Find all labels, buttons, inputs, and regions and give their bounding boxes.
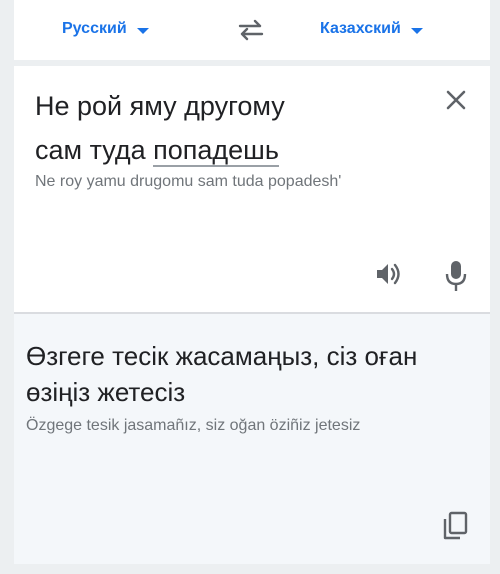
copy-translation-button[interactable] <box>440 510 470 542</box>
target-panel: Өзгеге тесік жасамаңыз, сіз оған өзіңіз … <box>14 314 490 564</box>
caret-down-icon <box>410 27 423 34</box>
close-icon <box>446 90 466 110</box>
source-language-label: Русский <box>62 20 127 37</box>
frame-left <box>0 0 14 574</box>
source-panel: Не рой яму другому сам туда попадешь Ne … <box>14 66 490 312</box>
voice-input-button[interactable] <box>444 259 468 293</box>
source-text-highlighted-word[interactable]: попадешь <box>153 135 279 167</box>
microphone-icon <box>445 261 467 291</box>
target-language-selector[interactable]: Казахский <box>320 16 423 42</box>
source-transliteration: Ne roy yamu drugomu sam tuda popadesh' <box>35 173 342 190</box>
clear-button[interactable] <box>442 86 470 114</box>
speaker-icon <box>377 263 400 285</box>
swap-languages-button[interactable] <box>236 18 266 42</box>
target-language-label: Казахский <box>320 20 401 37</box>
caret-down-icon <box>136 27 149 34</box>
source-language-selector[interactable]: Русский <box>62 16 149 42</box>
language-bar: Русский Казахский <box>14 0 490 60</box>
target-transliteration: Özgege tesik jasamañız, siz oğan öziñiz … <box>26 417 361 434</box>
copy-icon <box>443 511 468 540</box>
translated-text: Өзгеге тесік жасамаңыз, сіз оған өзіңіз … <box>26 341 418 407</box>
bottom-strip <box>14 564 490 574</box>
listen-source-button[interactable] <box>373 259 403 289</box>
source-text-input[interactable]: Не рой яму другому сам туда попадешь <box>35 84 435 172</box>
frame-right <box>490 0 500 574</box>
swap-arrows-icon <box>238 19 264 41</box>
